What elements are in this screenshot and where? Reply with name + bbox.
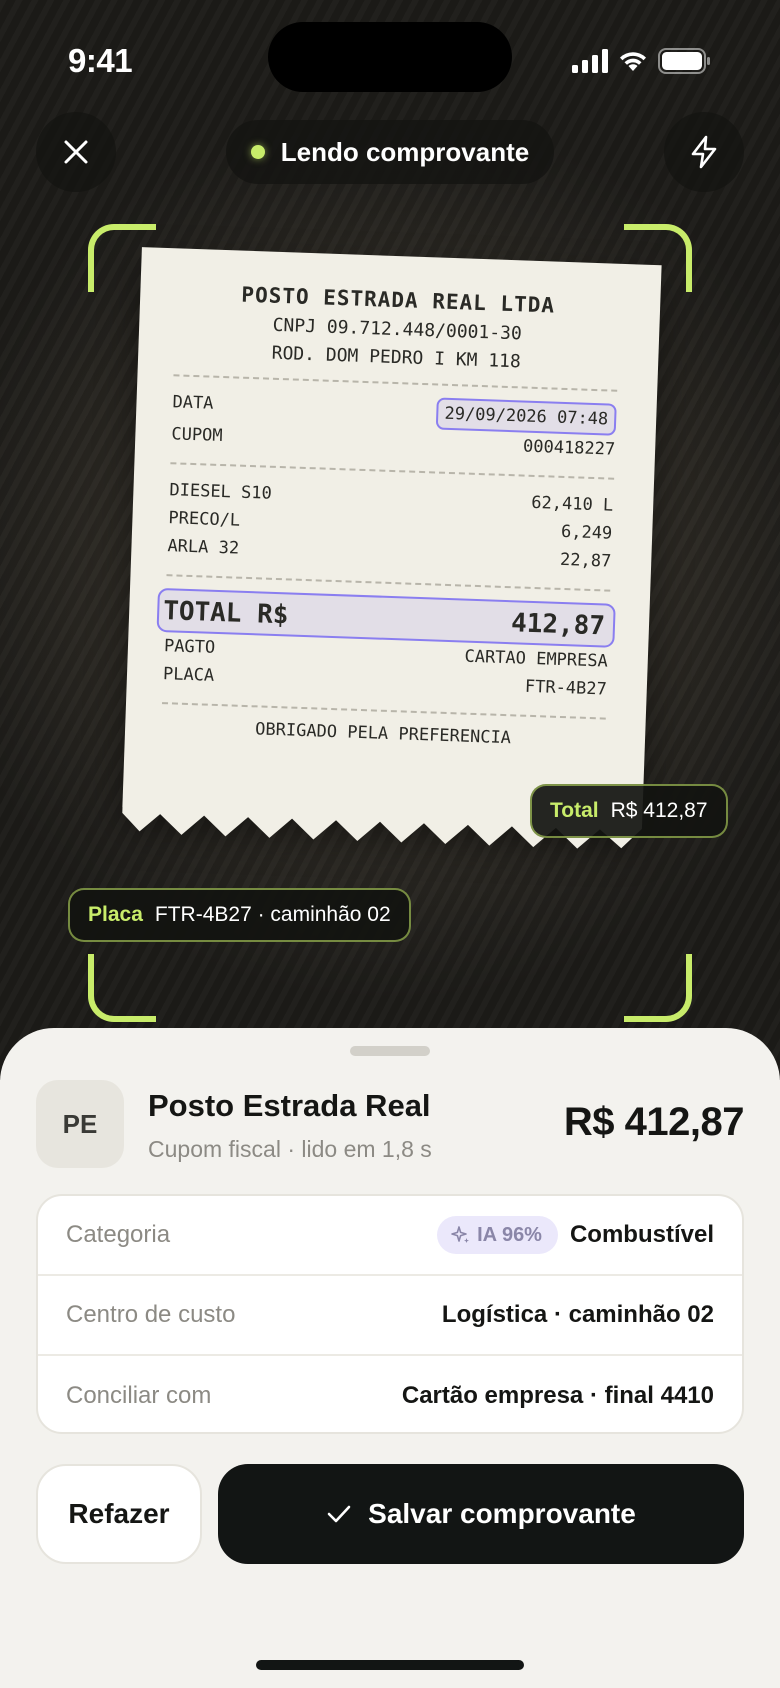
receipt-divider [173,374,618,392]
receipt-paper: POSTO ESTRADA REAL LTDA CNPJ 09.712.448/… [122,247,662,825]
category-value: Combustível [569,1221,714,1248]
save-receipt-label: Salvar comprovante [368,1498,636,1529]
scan-frame-corner-top-right [624,224,692,292]
plate-tag-key: Placa [88,903,143,926]
live-indicator-dot [250,145,265,159]
receipt-price-label: PRECO/L [168,508,241,531]
receipt-plate-label: PLACA [162,664,215,686]
receipt-date-highlight: 29/09/2026 07:48 [435,397,617,436]
cost-center-label: Centro de custo [66,1301,236,1328]
scan-status-pill: Lendo comprovante [226,120,554,184]
cost-center-value: Logística · caminhão 02 [441,1301,714,1328]
receipt-payment-label: PAGTO [163,636,216,658]
merchant-subtitle: Cupom fiscal · lido em 1,8 s [148,1136,432,1162]
receipt-fuel-value: 62,410 L [531,492,614,516]
home-indicator [256,1660,524,1670]
reconcile-label: Conciliar com [66,1382,212,1409]
details-card: Categoria IA 96% Combustível Centro de c… [36,1194,744,1434]
receipt-details-sheet: PE Posto Estrada Real Cupom fiscal · lid… [0,1028,780,1688]
cost-center-row[interactable]: Centro de custo Logística · caminhão 02 [38,1276,742,1356]
ai-confidence-badge: IA 96% [437,1216,558,1254]
category-label: Categoria [66,1221,171,1248]
camera-viewfinder: 9:41 Lendo comprovante POSTO ESTRADA REA… [0,0,780,1080]
ai-confidence-text: IA 96% [477,1223,542,1246]
reconcile-value: Cartão empresa · final 4410 [401,1382,714,1409]
total-tag-value: R$ 412,87 [610,799,708,822]
scan-frame-corner-top-left [88,224,156,292]
receipt-divider [161,702,606,720]
scan-status-label: Lendo comprovante [280,136,530,167]
receipt-payment-value: CARTAO EMPRESA [464,646,609,672]
reconcile-row[interactable]: Conciliar com Cartão empresa · final 441… [38,1356,742,1436]
receipt-amount: R$ 412,87 [563,1100,745,1144]
flash-button[interactable] [664,112,744,192]
redo-button[interactable]: Refazer [36,1464,202,1564]
signal-icon [572,49,608,73]
receipt-image: POSTO ESTRADA REAL LTDA CNPJ 09.712.448/… [122,247,662,849]
receipt-coupon-value: 000418227 [522,436,616,460]
receipt-thanks: OBRIGADO PELA PREFERENCIA [254,719,512,749]
checkmark-icon [327,1505,351,1523]
close-button[interactable] [36,112,116,192]
receipt-total-value: 412,87 [510,608,606,642]
merchant-avatar: PE [36,1080,124,1168]
plate-tag-value: FTR-4B27 · caminhão 02 [154,903,391,926]
close-icon [64,140,88,164]
total-tag-key: Total [550,799,599,822]
wifi-icon [620,52,646,71]
scan-frame-corner-bottom-right [624,954,692,1022]
receipt-price-value: 6,249 [560,521,613,544]
save-receipt-button[interactable]: Salvar comprovante [218,1464,744,1564]
receipt-divider [166,574,611,592]
merchant-name: Posto Estrada Real [148,1088,431,1123]
flash-icon [691,135,717,169]
status-time: 9:41 [68,42,133,79]
receipt-divider [170,462,615,480]
sparkle-icon [451,1226,470,1243]
dynamic-island [268,22,512,92]
category-row[interactable]: Categoria IA 96% Combustível [38,1196,742,1276]
receipt-coupon-label: CUPOM [171,424,223,447]
detected-plate-tag[interactable]: Placa FTR-4B27 · caminhão 02 [68,888,411,942]
scan-frame-corner-bottom-left [88,954,156,1022]
detected-total-tag[interactable]: Total R$ 412,87 [530,784,728,838]
battery-icon [658,48,710,74]
sheet-grabber[interactable] [350,1046,430,1056]
receipt-plate-value: FTR-4B27 [524,676,608,700]
receipt-arla-value: 22,87 [559,549,612,572]
receipt-date-label: DATA [172,392,214,414]
status-icons [572,48,712,74]
receipt-arla-label: ARLA 32 [167,536,240,559]
receipt-total-label: TOTAL R$ [162,596,289,631]
receipt-fuel-label: DIESEL S10 [169,480,273,504]
